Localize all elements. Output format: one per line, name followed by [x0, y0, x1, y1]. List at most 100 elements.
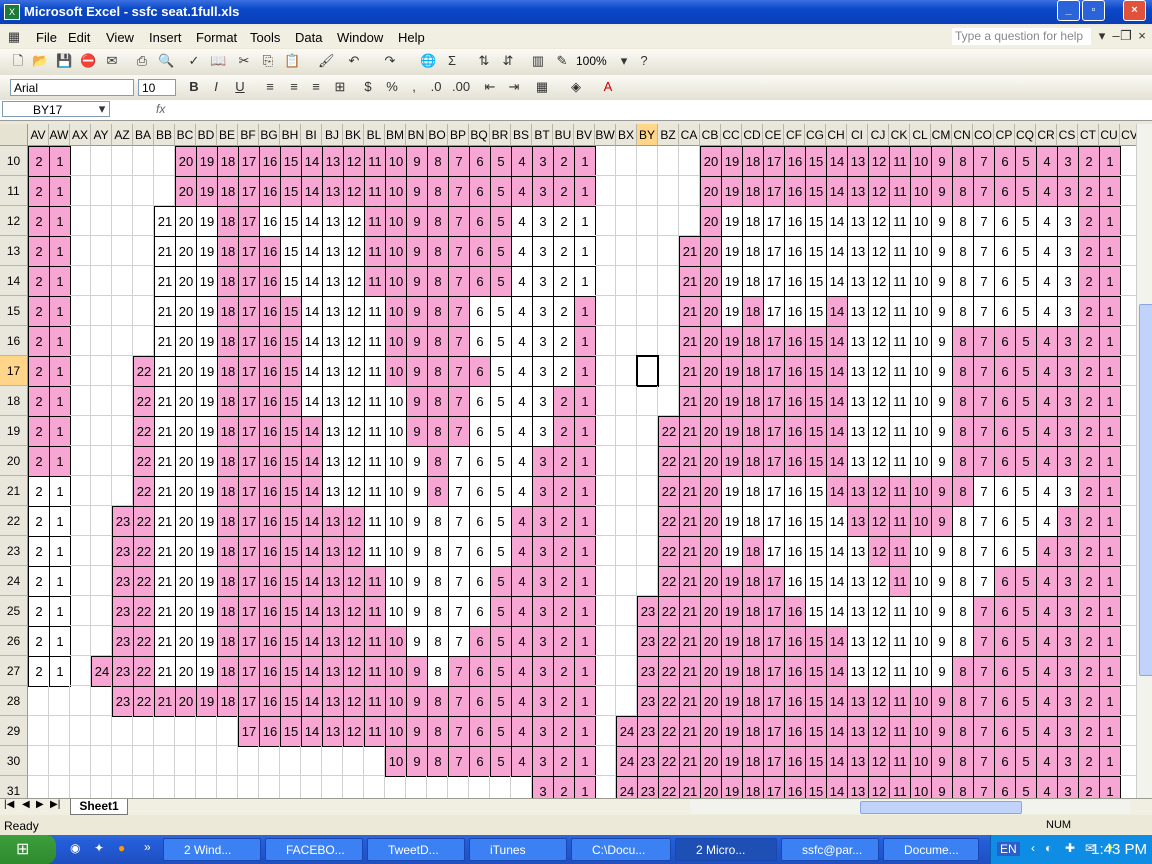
grid-cell[interactable] [133, 266, 154, 296]
seat-cell[interactable]: 5 [1015, 206, 1037, 237]
seat-cell[interactable]: 21 [154, 566, 176, 597]
seat-cell[interactable]: 16 [259, 596, 281, 627]
grid-cell[interactable] [595, 446, 616, 476]
grid-cell[interactable] [133, 146, 154, 176]
grid-cell[interactable] [112, 386, 133, 416]
seat-cell[interactable]: 12 [343, 266, 365, 297]
seat-cell[interactable]: 11 [364, 506, 386, 537]
grid-cell[interactable] [637, 386, 658, 416]
seat-cell[interactable]: 5 [490, 386, 512, 417]
font-name-select[interactable]: Arial [10, 79, 134, 96]
seat-cell[interactable]: 18 [742, 566, 764, 597]
seat-cell[interactable]: 8 [427, 476, 449, 507]
horizontal-scrollbar[interactable] [690, 800, 1130, 814]
seat-cell[interactable]: 9 [931, 326, 953, 357]
seat-cell[interactable]: 11 [364, 446, 386, 477]
seat-cell[interactable]: 21 [679, 476, 701, 507]
seat-cell[interactable]: 20 [700, 176, 722, 207]
seat-cell[interactable]: 11 [364, 686, 386, 717]
seat-cell[interactable]: 12 [868, 296, 890, 327]
seat-cell[interactable]: 15 [280, 356, 302, 387]
seat-cell[interactable]: 10 [385, 686, 407, 717]
decrease-decimal-icon[interactable]: .00 [452, 79, 470, 95]
seat-cell[interactable]: 6 [469, 266, 491, 297]
seat-cell[interactable]: 14 [826, 356, 848, 387]
seat-cell[interactable]: 7 [973, 566, 995, 597]
seat-cell[interactable]: 9 [406, 266, 428, 297]
grid-cell[interactable] [112, 476, 133, 506]
seat-cell[interactable]: 20 [175, 236, 197, 267]
seat-cell[interactable]: 19 [721, 506, 743, 537]
seat-cell[interactable]: 2 [553, 266, 575, 297]
seat-cell[interactable]: 17 [238, 716, 260, 747]
grid-cell[interactable] [595, 416, 616, 446]
grid-cell[interactable] [91, 776, 112, 798]
seat-cell[interactable]: 14 [301, 536, 323, 567]
seat-cell[interactable]: 7 [448, 386, 470, 417]
select-all-corner[interactable] [0, 124, 28, 146]
seat-cell[interactable]: 21 [679, 566, 701, 597]
seat-cell[interactable]: 23 [112, 656, 134, 687]
seat-cell[interactable]: 6 [994, 206, 1016, 237]
grid-cell[interactable] [595, 236, 616, 266]
underline-icon[interactable]: U [232, 79, 248, 95]
seat-cell[interactable]: 11 [364, 566, 386, 597]
seat-cell[interactable]: 1 [49, 656, 71, 687]
seat-cell[interactable]: 22 [658, 656, 680, 687]
menu-format[interactable]: Format [196, 30, 237, 45]
seat-cell[interactable]: 20 [175, 206, 197, 237]
seat-cell[interactable]: 18 [217, 656, 239, 687]
seat-cell[interactable]: 2 [553, 536, 575, 567]
column-header[interactable]: CK [889, 124, 910, 146]
grid-cell[interactable] [616, 626, 637, 656]
seat-cell[interactable]: 6 [994, 506, 1016, 537]
seat-cell[interactable]: 1 [574, 266, 596, 297]
seat-cell[interactable]: 19 [721, 446, 743, 477]
seat-cell[interactable]: 9 [931, 566, 953, 597]
seat-cell[interactable]: 12 [343, 656, 365, 687]
seat-cell[interactable]: 17 [763, 146, 785, 177]
grid-cell[interactable] [133, 236, 154, 266]
seat-cell[interactable]: 2 [28, 446, 50, 477]
seat-cell[interactable]: 12 [343, 716, 365, 747]
seat-cell[interactable]: 20 [700, 266, 722, 297]
seat-cell[interactable]: 4 [1036, 296, 1058, 327]
seat-cell[interactable]: 1 [1099, 566, 1121, 597]
seat-cell[interactable]: 24 [616, 716, 638, 747]
grid-cell[interactable] [112, 746, 133, 776]
seat-cell[interactable]: 2 [28, 596, 50, 627]
seat-cell[interactable]: 7 [448, 296, 470, 327]
seat-cell[interactable]: 16 [259, 386, 281, 417]
seat-cell[interactable]: 12 [868, 746, 890, 777]
seat-cell[interactable]: 13 [322, 296, 344, 327]
seat-cell[interactable]: 21 [679, 356, 701, 387]
grid-cell[interactable] [49, 776, 70, 798]
seat-cell[interactable]: 1 [1099, 506, 1121, 537]
grid-cell[interactable] [70, 266, 91, 296]
seat-cell[interactable]: 4 [1036, 626, 1058, 657]
seat-cell[interactable]: 11 [364, 596, 386, 627]
seat-cell[interactable]: 8 [952, 656, 974, 687]
seat-cell[interactable]: 21 [679, 506, 701, 537]
seat-cell[interactable]: 7 [448, 596, 470, 627]
seat-cell[interactable]: 15 [280, 236, 302, 267]
grid-cell[interactable] [70, 476, 91, 506]
grid-cell[interactable] [217, 746, 238, 776]
seat-cell[interactable]: 3 [532, 566, 554, 597]
seat-cell[interactable]: 10 [910, 326, 932, 357]
seat-cell[interactable]: 4 [511, 386, 533, 417]
seat-cell[interactable]: 17 [763, 206, 785, 237]
seat-cell[interactable]: 10 [385, 596, 407, 627]
seat-cell[interactable]: 17 [238, 596, 260, 627]
seat-cell[interactable]: 17 [763, 386, 785, 417]
seat-cell[interactable]: 17 [763, 686, 785, 717]
seat-cell[interactable]: 1 [574, 746, 596, 777]
seat-cell[interactable]: 1 [574, 446, 596, 477]
seat-cell[interactable]: 21 [679, 416, 701, 447]
seat-cell[interactable]: 18 [742, 476, 764, 507]
seat-cell[interactable]: 9 [406, 416, 428, 447]
grid-cell[interactable] [49, 716, 70, 746]
grid-cell[interactable] [70, 446, 91, 476]
seat-cell[interactable]: 21 [154, 626, 176, 657]
seat-cell[interactable]: 16 [784, 776, 806, 798]
